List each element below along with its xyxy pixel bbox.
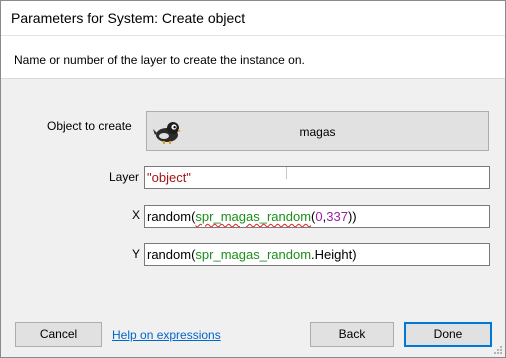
object-name: magas [299,125,336,139]
layer-label: Layer [109,170,140,184]
x-num-b: 337 [326,209,348,224]
title-bar[interactable]: Parameters for System: Create object [1,1,505,35]
back-button[interactable]: Back [310,322,394,347]
object-to-create-label: Object to create [47,119,132,133]
done-button[interactable]: Done [404,322,492,347]
create-object-dialog: Parameters for System: Create object Nam… [0,0,506,358]
x-num-a: 0 [315,209,323,224]
parameter-description: Name or number of the layer to create th… [1,35,505,79]
layer-field[interactable]: "object" [144,166,490,189]
x-identifier: spr_magas_random [195,209,312,224]
x-fn-random: random [147,209,192,224]
help-on-expressions-link[interactable]: Help on expressions [112,328,221,342]
x-expression-field[interactable]: random(spr_magas_random(0,337)) [144,205,490,228]
text-cursor-icon [286,167,287,179]
description-text: Name or number of the layer to create th… [14,53,305,67]
x-label: X [132,208,141,222]
cancel-button[interactable]: Cancel [15,322,102,347]
y-expression-field[interactable]: random(spr_magas_random.Height) [144,243,490,266]
y-fn-random: random [147,247,192,262]
y-identifier: spr_magas_random [195,247,312,262]
y-label: Y [132,247,141,261]
object-picker-button[interactable]: magas [146,111,489,151]
x-paren-close: )) [347,209,357,224]
window-title: Parameters for System: Create object [11,10,246,26]
y-property: .Height) [311,247,357,262]
layer-value: "object" [147,170,191,185]
resize-grip-icon[interactable] [493,345,503,355]
